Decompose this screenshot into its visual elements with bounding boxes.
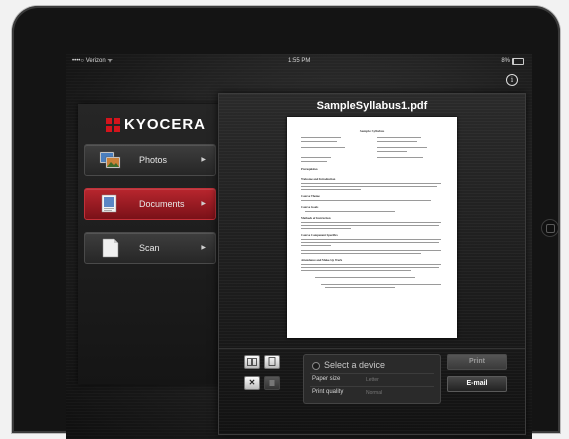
sidebar-item-label: Photos bbox=[139, 155, 168, 165]
document-panel: SampleSyllabus1.pdf Sample Syllabus Prer… bbox=[218, 93, 526, 435]
print-quality-value[interactable]: Normal bbox=[366, 390, 382, 396]
print-button[interactable]: Print bbox=[447, 354, 507, 370]
page-icon bbox=[269, 380, 275, 386]
sidebar-item-photos[interactable]: Photos ▶ bbox=[84, 144, 216, 176]
sidebar-item-label: Documents bbox=[139, 199, 185, 209]
chevron-right-icon: ▶ bbox=[201, 201, 206, 207]
disabled-tool-button[interactable] bbox=[264, 376, 280, 390]
tablet-frame: ••••○ Verizon ᯤ 1:55 PM 8% i KYOCERA Pho… bbox=[12, 6, 560, 439]
sidebar: KYOCERA Photos ▶ Documents ▶ Scan ▶ bbox=[78, 104, 222, 384]
photos-icon bbox=[99, 151, 121, 169]
page-heading: Course Component Specifics bbox=[301, 233, 338, 237]
print-controls: ✕ Select a device Paper size Letter Prin… bbox=[219, 348, 525, 435]
two-page-icon bbox=[247, 358, 257, 366]
email-button[interactable]: E-mail bbox=[447, 376, 507, 392]
close-button[interactable]: ✕ bbox=[244, 376, 260, 390]
home-button[interactable] bbox=[541, 219, 559, 237]
clock: 1:55 PM bbox=[288, 58, 311, 64]
print-quality-label: Print quality bbox=[312, 389, 344, 395]
kyocera-logo: KYOCERA bbox=[106, 116, 206, 133]
app-screen: ••••○ Verizon ᯤ 1:55 PM 8% i KYOCERA Pho… bbox=[66, 54, 532, 439]
kyocera-logo-icon bbox=[106, 117, 120, 132]
battery-indicator: 8% bbox=[501, 54, 524, 68]
documents-icon bbox=[101, 194, 117, 213]
device-radio-icon[interactable] bbox=[312, 362, 320, 370]
page-title: Sample Syllabus bbox=[359, 129, 385, 133]
page-heading: Course Theme bbox=[301, 194, 320, 198]
paper-size-label: Paper size bbox=[312, 376, 341, 382]
device-selector[interactable]: Select a device bbox=[324, 360, 385, 370]
sidebar-item-documents[interactable]: Documents ▶ bbox=[84, 188, 216, 220]
sidebar-item-label: Scan bbox=[139, 243, 160, 253]
page-heading: Prerequisites bbox=[301, 167, 318, 171]
page-heading: Attendance and Make-Up Work bbox=[301, 258, 343, 262]
document-page-preview[interactable]: Sample Syllabus Prerequisites Welcome an… bbox=[287, 117, 457, 338]
chevron-right-icon: ▶ bbox=[201, 245, 206, 251]
info-icon[interactable]: i bbox=[506, 74, 518, 86]
sidebar-item-scan[interactable]: Scan ▶ bbox=[84, 232, 216, 264]
status-bar: ••••○ Verizon ᯤ 1:55 PM 8% bbox=[66, 54, 532, 68]
document-title: SampleSyllabus1.pdf bbox=[316, 100, 428, 112]
logo-text: KYOCERA bbox=[124, 116, 207, 133]
device-settings: Select a device Paper size Letter Print … bbox=[303, 354, 441, 404]
battery-percent: 8% bbox=[501, 58, 510, 64]
page-heading: Methods of Instruction bbox=[301, 216, 331, 220]
scan-icon bbox=[102, 238, 119, 258]
chevron-right-icon: ▶ bbox=[201, 157, 206, 163]
battery-icon bbox=[512, 57, 524, 65]
page-heading: Course Goals bbox=[301, 205, 319, 209]
single-page-button[interactable] bbox=[264, 355, 280, 369]
paper-size-value[interactable]: Letter bbox=[366, 377, 379, 383]
pages-view-button[interactable] bbox=[244, 355, 260, 369]
carrier-label: ••••○ Verizon ᯤ bbox=[72, 58, 113, 64]
single-page-icon bbox=[268, 357, 276, 366]
page-heading: Welcome and Introduction bbox=[301, 177, 336, 181]
